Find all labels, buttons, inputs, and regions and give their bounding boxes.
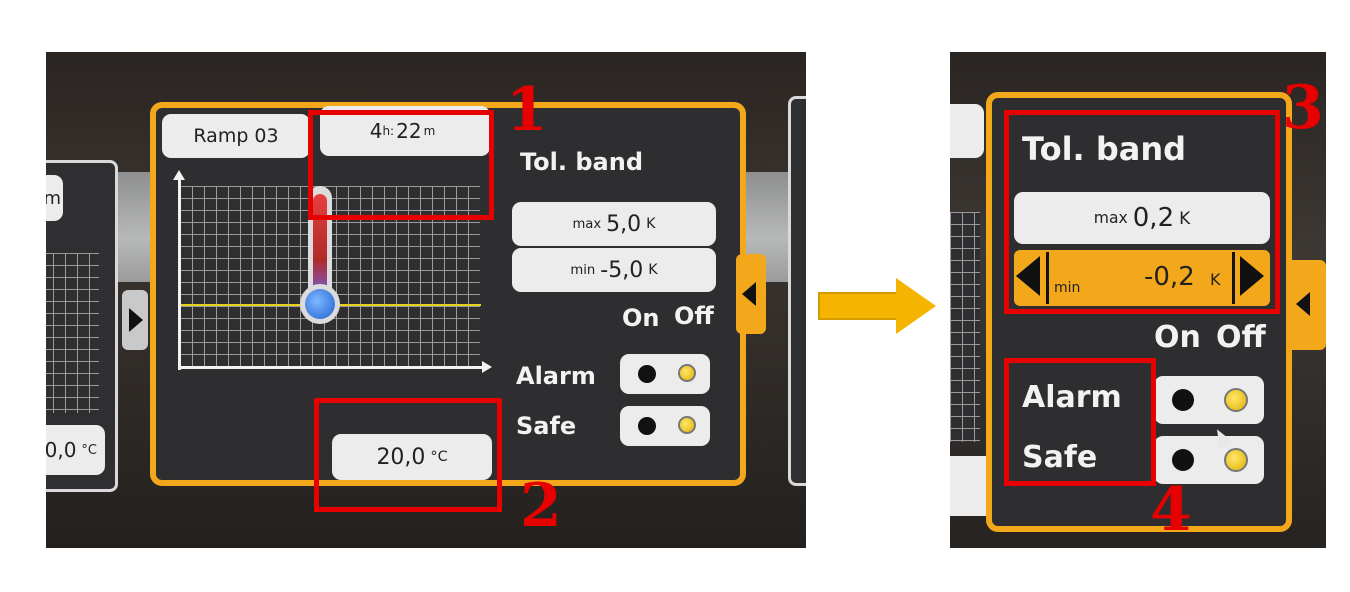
highlight-box-3 xyxy=(1004,110,1280,314)
prev-temp-pill: 0,0 °C xyxy=(46,425,105,475)
x-axis xyxy=(178,366,486,369)
tol-max-unit: K xyxy=(646,216,656,232)
alarm-toggle-zoom[interactable] xyxy=(1154,376,1264,424)
annotation-number-2: 2 xyxy=(520,471,562,541)
tol-min-unit: K xyxy=(648,262,658,278)
safe-toggle[interactable] xyxy=(620,406,710,446)
program-name-pill[interactable]: Ramp 03 xyxy=(162,114,310,158)
on-label: On xyxy=(622,304,660,332)
annotation-number-1: 1 xyxy=(506,75,548,145)
prev-time-text: 2m xyxy=(46,187,61,209)
tol-band-title: Tol. band xyxy=(520,148,644,176)
prev-tab-arrow-icon xyxy=(129,308,143,332)
off-label-zoom: Off xyxy=(1216,320,1266,355)
safe-on-indicator-zoom xyxy=(1172,449,1194,471)
tol-min-pill[interactable]: min -5,0 K xyxy=(512,248,716,292)
program-name: Ramp 03 xyxy=(193,125,279,147)
prev-time-pill: 2m xyxy=(46,175,63,221)
transition-arrow-icon xyxy=(818,278,938,334)
alarm-label: Alarm xyxy=(516,362,596,390)
alarm-toggle[interactable] xyxy=(620,354,710,394)
left-screen-photo: 2m 0,0°C Ramp 03 4h:22m xyxy=(46,52,806,548)
annotation-number-4: 4 xyxy=(1150,475,1192,545)
prev-program-panel: 2m 0,0°C xyxy=(46,160,118,492)
x-axis-arrow-icon xyxy=(482,361,492,373)
highlight-box-4 xyxy=(1004,358,1156,486)
highlight-box-1 xyxy=(308,110,494,220)
prev-temp-unit: °C xyxy=(81,442,97,458)
collapse-tab-zoom[interactable] xyxy=(1286,260,1326,350)
annotation-number-3: 3 xyxy=(1282,73,1324,143)
alarm-on-indicator-zoom xyxy=(1172,389,1194,411)
prev-temp-value: 0,0 xyxy=(46,438,77,462)
right-screen-photo: Tol. band max 0,2 K min -0,2 K On Off Alar… xyxy=(950,52,1326,548)
alarm-off-indicator xyxy=(678,364,696,382)
y-axis-arrow-icon xyxy=(173,170,185,180)
safe-on-indicator xyxy=(638,417,656,435)
collapse-tab[interactable] xyxy=(736,254,766,334)
next-program-panel xyxy=(788,96,806,486)
safe-label: Safe xyxy=(516,412,577,440)
safe-off-indicator xyxy=(678,416,696,434)
collapse-arrow-icon xyxy=(742,282,756,306)
tol-min-label: min xyxy=(570,262,596,278)
tol-max-label: max xyxy=(572,216,602,232)
collapse-arrow-icon-zoom xyxy=(1296,292,1310,316)
y-axis xyxy=(178,178,181,370)
tol-max-pill[interactable]: max 5,0 K xyxy=(512,202,716,246)
left-strip-pill-top xyxy=(950,104,984,158)
off-label: Off xyxy=(674,302,714,330)
alarm-off-indicator-zoom xyxy=(1224,388,1248,412)
prev-panel-tab[interactable] xyxy=(122,290,148,350)
safe-off-indicator-zoom xyxy=(1224,448,1248,472)
on-label-zoom: On xyxy=(1154,320,1201,355)
left-strip-grid xyxy=(950,212,980,442)
tol-max-value: 5,0 xyxy=(606,211,642,237)
tol-min-value: -5,0 xyxy=(600,257,644,283)
highlight-box-2 xyxy=(314,398,502,512)
alarm-on-indicator xyxy=(638,365,656,383)
prev-chart-grid xyxy=(46,253,99,413)
